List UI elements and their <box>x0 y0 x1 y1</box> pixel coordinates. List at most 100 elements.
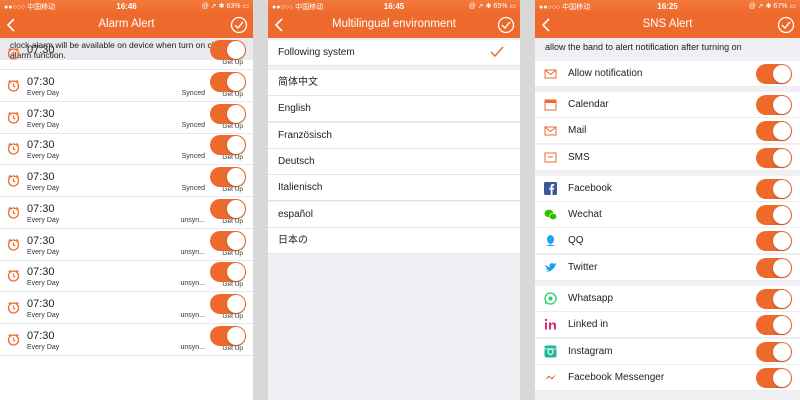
sns-row-facebook[interactable]: Facebook <box>535 175 800 202</box>
toggle-knob <box>227 231 245 250</box>
alarm-label: Get Up <box>222 122 243 130</box>
alarm-row[interactable]: 07:30 Every Day Synced Get Up <box>0 70 253 102</box>
alarm-row[interactable]: 07:30 Every Day unsyn... Get Up <box>0 229 253 261</box>
sns-row-whatsapp[interactable]: Whatsapp <box>535 285 800 312</box>
alarm-sync-status: unsyn... <box>180 343 205 351</box>
toggle-switch[interactable] <box>756 94 792 115</box>
nav-bar: Multilingual environment <box>268 13 520 38</box>
battery-indicator: @ ➚ ✱ 63% ▭ <box>201 3 249 10</box>
selected-check-icon <box>490 46 504 58</box>
language-label: Following system <box>278 47 355 58</box>
toggle-switch[interactable] <box>756 147 792 168</box>
toggle-switch[interactable] <box>210 40 246 60</box>
alarm-row[interactable]: 07:30 Every Day Synced Get Up <box>0 165 253 198</box>
language-label: 日本の <box>278 234 308 246</box>
sns-row-mail[interactable]: Mail <box>535 118 800 145</box>
alarm-time: 07:30 <box>27 329 55 342</box>
alarm-repeat: Every Day <box>27 153 60 161</box>
qq-icon <box>544 234 557 247</box>
sns-label: Whatsapp <box>568 292 614 304</box>
alarm-row-partial[interactable]: 07:30 Get Up <box>0 38 253 70</box>
alarm-sync-status: Synced <box>181 185 205 193</box>
toggle-switch[interactable] <box>210 135 246 156</box>
alarm-clock-icon <box>7 238 20 251</box>
language-option-following-system[interactable]: Following system <box>268 40 520 66</box>
alarm-repeat: Every Day <box>27 185 60 193</box>
sns-label: Instagram <box>568 345 613 357</box>
toggle-switch[interactable] <box>756 288 792 309</box>
alarm-row[interactable]: 07:30 Every Day Synced Get Up <box>0 102 253 134</box>
alarm-time: 07:30 <box>27 76 55 88</box>
alarm-row[interactable]: 07:30 Every Day unsyn... Get Up <box>0 260 253 293</box>
sns-label: Mail <box>568 125 587 137</box>
alarm-label: Get Up <box>222 217 243 225</box>
sns-label: Allow notification <box>568 68 643 79</box>
toggle-switch[interactable] <box>756 64 792 84</box>
toggle-switch[interactable] <box>756 231 792 252</box>
language-option[interactable]: Italienisch <box>268 175 520 202</box>
sns-row-qq[interactable]: QQ <box>535 228 800 255</box>
alarm-label: Get Up <box>222 344 243 352</box>
alarm-row[interactable]: 07:30 Every Day unsyn... Get Up <box>0 292 253 324</box>
toggle-knob <box>227 294 245 313</box>
whatsapp-icon <box>544 292 557 305</box>
sns-row-linked-in[interactable]: Linked in <box>535 312 800 339</box>
toggle-knob <box>227 263 245 282</box>
alarm-list: 07:30 Get Up 07:30 Every Day Synced Get Up 07:… <box>0 40 253 400</box>
toggle-switch[interactable] <box>756 367 792 388</box>
alarm-repeat: Every Day <box>27 280 60 288</box>
toggle-switch[interactable] <box>210 72 246 92</box>
toggle-switch[interactable] <box>210 198 246 219</box>
language-option[interactable]: 简体中文 <box>268 70 520 96</box>
sns-row-twitter[interactable]: Twitter <box>535 254 800 281</box>
toggle-switch[interactable] <box>756 121 792 142</box>
status-bar: ●●○○○ 中国移动 16:45 @ ➚ ✱ 65% ▭ <box>268 0 520 13</box>
alarm-label: Get Up <box>222 186 243 194</box>
toggle-switch[interactable] <box>756 257 792 278</box>
alarm-time: 07:30 <box>27 234 55 247</box>
confirm-check-icon[interactable] <box>497 16 515 34</box>
language-option[interactable]: Deutsch <box>268 148 520 175</box>
confirm-check-icon[interactable] <box>777 16 795 34</box>
sns-row-calendar[interactable]: Calendar <box>535 91 800 118</box>
toggle-switch[interactable] <box>756 178 792 199</box>
sns-row-sms[interactable]: SMS <box>535 144 800 171</box>
alarm-clock-icon <box>7 206 20 219</box>
alarm-row[interactable]: 07:30 Every Day unsyn... Get Up <box>0 197 253 229</box>
alarm-repeat: Every Day <box>27 90 60 97</box>
toggle-knob <box>227 104 245 123</box>
toggle-switch[interactable] <box>210 230 246 251</box>
language-option[interactable]: Französisch <box>268 122 520 149</box>
alarm-sync-status: Synced <box>181 153 205 161</box>
toggle-switch[interactable] <box>210 262 246 283</box>
language-option[interactable]: English <box>268 96 520 123</box>
toggle-switch[interactable] <box>756 341 792 362</box>
nav-bar: Alarm Alert <box>0 13 253 38</box>
sns-label: Twitter <box>568 261 598 273</box>
alarm-row[interactable]: 07:30 Every Day unsyn... Get Up <box>0 324 253 356</box>
alarm-time: 07:30 <box>27 297 55 310</box>
sns-row-facebook-messenger[interactable]: Facebook Messenger <box>535 364 800 391</box>
language-label: Deutsch <box>278 155 315 167</box>
sns-alert-screen: ●●○○○ 中国移动 16:25 @ ➚ ✱ 67% ▭ SNS Alert a… <box>535 0 800 400</box>
mail-icon <box>544 124 557 137</box>
toggle-switch[interactable] <box>210 325 246 346</box>
toggle-switch[interactable] <box>210 293 246 314</box>
toggle-knob <box>773 148 791 167</box>
confirm-check-icon[interactable] <box>230 16 248 34</box>
language-option[interactable]: español <box>268 201 520 228</box>
sns-row-instagram[interactable]: Instagram <box>535 338 800 365</box>
toggle-switch[interactable] <box>756 315 792 336</box>
toggle-switch[interactable] <box>210 103 246 124</box>
envelope-icon <box>544 67 557 80</box>
sns-label: Facebook <box>568 182 612 194</box>
alarm-sync-status: Synced <box>181 90 205 97</box>
sns-row-allow-notification[interactable]: Allow notification <box>535 61 800 87</box>
toggle-switch[interactable] <box>756 205 792 225</box>
calendar-icon <box>544 98 557 111</box>
alarm-row[interactable]: 07:30 Every Day Synced Get Up <box>0 133 253 166</box>
toggle-switch[interactable] <box>210 167 246 188</box>
alarm-clock-icon <box>7 79 20 92</box>
language-option[interactable]: 日本の <box>268 227 520 254</box>
sns-row-wechat[interactable]: Wechat <box>535 202 800 228</box>
